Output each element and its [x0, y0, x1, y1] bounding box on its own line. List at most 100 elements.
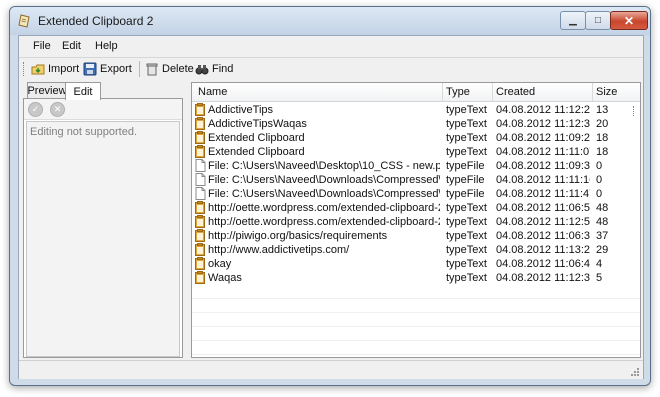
maximize-icon: □ — [594, 15, 602, 26]
row-created: 04.08.2012 11:11:47 — [496, 188, 590, 200]
row-name: Extended Clipboard — [208, 132, 305, 144]
row-created: 04.08.2012 11:06:45 — [496, 258, 590, 270]
status-bar — [19, 360, 643, 379]
list-header: Name Type Created Size — [192, 83, 640, 102]
column-name-header[interactable]: Name — [198, 86, 227, 98]
table-row[interactable]: File: C:\Users\Naveed\Desktop\10_CSS - n… — [192, 159, 640, 173]
row-created: 04.08.2012 11:09:22 — [496, 132, 590, 144]
binoculars-icon — [195, 65, 209, 75]
row-type: typeText — [446, 272, 487, 284]
row-size: 48 — [596, 202, 609, 214]
tab-edit[interactable]: Edit — [65, 82, 101, 100]
import-label: Import — [48, 63, 80, 75]
column-separator[interactable] — [592, 83, 593, 101]
text-icon — [195, 145, 205, 158]
table-row[interactable]: Extended Clipboard typeText 04.08.2012 11:… — [192, 131, 640, 145]
table-row[interactable]: Extended Clipboard typeText 04.08.2012 11:… — [192, 145, 640, 159]
table-row[interactable]: http://oette.wordpress.com/extended-clip… — [192, 215, 640, 229]
row-created: 04.08.2012 11:09:39 — [496, 160, 590, 172]
row-type: typeText — [446, 104, 487, 116]
grid-line — [192, 312, 640, 313]
maximize-button[interactable]: □ — [585, 11, 611, 30]
text-icon — [195, 131, 205, 144]
edit-toolbar: ✓ ✕ — [24, 99, 182, 120]
toolbar-grip[interactable] — [23, 62, 27, 76]
row-type: typeText — [446, 202, 487, 214]
menu-edit[interactable]: Edit — [62, 40, 81, 52]
export-label: Export — [100, 63, 132, 75]
row-size: 48 — [596, 216, 609, 228]
column-type-header[interactable]: Type — [446, 86, 470, 98]
edit-tab-panel: ✓ ✕ Editing not supported. — [23, 98, 183, 358]
column-separator[interactable] — [442, 83, 443, 101]
cancel-icon[interactable]: ✕ — [50, 102, 65, 117]
row-size: 13 — [596, 104, 609, 116]
row-created: 04.08.2012 11:11:16 — [496, 174, 590, 186]
column-size-header[interactable]: Size — [596, 86, 617, 98]
delete-label: Delete — [162, 63, 194, 75]
minimize-icon: ▁ — [569, 15, 577, 26]
column-separator[interactable] — [492, 83, 493, 101]
client-area: File Edit Help Import Export Delete Find… — [18, 35, 644, 379]
clipboard-list[interactable]: Name Type Created Size AddictiveTips type… — [191, 82, 641, 358]
table-row[interactable]: http://piwigo.org/basics/requirements typ… — [192, 229, 640, 243]
table-row[interactable]: okay typeText 04.08.2012 11:06:45 4 — [192, 257, 640, 271]
menu-file[interactable]: File — [33, 40, 51, 52]
table-row[interactable]: http://www.addictivetips.com/typeText 04.… — [192, 243, 640, 257]
row-type: typeText — [446, 230, 487, 242]
row-size: 18 — [596, 132, 609, 144]
column-created-header[interactable]: Created — [496, 86, 535, 98]
close-icon: ✕ — [623, 13, 635, 28]
row-type: typeText — [446, 244, 487, 256]
minimize-button[interactable]: ▁ — [560, 11, 586, 30]
table-row[interactable]: Waqas typeText 04.08.2012 11:12:36 5 — [192, 271, 640, 285]
floppy-disk-icon — [83, 62, 97, 76]
row-created: 04.08.2012 11:06:55 — [496, 202, 590, 214]
row-size: 29 — [596, 244, 609, 256]
file-icon — [195, 159, 206, 172]
title-bar[interactable]: Extended Clipboard 2 ▁ □ ✕ — [10, 7, 650, 35]
row-type: typeText — [446, 216, 487, 228]
row-size: 0 — [596, 174, 603, 186]
toolbar: Import Export Delete Find — [19, 57, 643, 80]
find-button[interactable]: Find — [195, 60, 233, 78]
row-size: 18 — [596, 146, 609, 158]
edit-area[interactable]: Editing not supported. — [26, 121, 180, 357]
grid-line — [192, 326, 640, 327]
menu-bar: File Edit Help — [19, 36, 643, 56]
text-icon — [195, 215, 205, 228]
table-row[interactable]: AddictiveTips typeText 04.08.2012 11:12:28… — [192, 103, 640, 117]
import-button[interactable]: Import — [31, 60, 79, 78]
row-type: typeText — [446, 146, 487, 158]
row-name: AddictiveTips — [208, 104, 274, 116]
resize-grip-icon[interactable] — [630, 367, 640, 377]
text-icon — [195, 229, 205, 242]
table-row[interactable]: File: C:\Users\Naveed\Downloads\Compress… — [192, 187, 640, 201]
table-row[interactable]: File: C:\Users\Naveed\Downloads\Compress… — [192, 173, 640, 187]
left-pane: Preview Edit ✓ ✕ Editing not supported. — [23, 82, 183, 358]
row-type: typeFile — [446, 188, 485, 200]
row-name: File: C:\Users\Naveed\Downloads\Compress… — [208, 188, 440, 200]
row-name: http://piwigo.org/basics/requirements — [208, 230, 388, 242]
row-type: typeText — [446, 118, 487, 130]
row-created: 04.08.2012 11:11:07 — [496, 146, 590, 158]
row-name: okay — [208, 258, 232, 270]
row-size: 0 — [596, 188, 603, 200]
text-icon — [195, 201, 205, 214]
export-button[interactable]: Export — [83, 60, 132, 78]
close-button[interactable]: ✕ — [610, 11, 648, 30]
text-icon — [195, 103, 205, 116]
menu-help[interactable]: Help — [95, 40, 118, 52]
grid-line — [192, 354, 640, 355]
row-name: http://oette.wordpress.com/extended-clip… — [208, 202, 440, 214]
text-icon — [195, 271, 205, 284]
row-name: http://oette.wordpress.com/extended-clip… — [208, 216, 440, 228]
table-row[interactable]: http://oette.wordpress.com/extended-clip… — [192, 201, 640, 215]
accept-icon[interactable]: ✓ — [28, 102, 43, 117]
table-row[interactable]: AddictiveTipsWaqas typeText 04.08.2012 11:… — [192, 117, 640, 131]
row-type: typeText — [446, 258, 487, 270]
row-created: 04.08.2012 11:12:36 — [496, 272, 590, 284]
delete-button[interactable]: Delete — [145, 60, 194, 78]
tab-preview[interactable]: Preview — [27, 82, 67, 99]
row-name: http://www.addictivetips.com/ — [208, 244, 350, 256]
